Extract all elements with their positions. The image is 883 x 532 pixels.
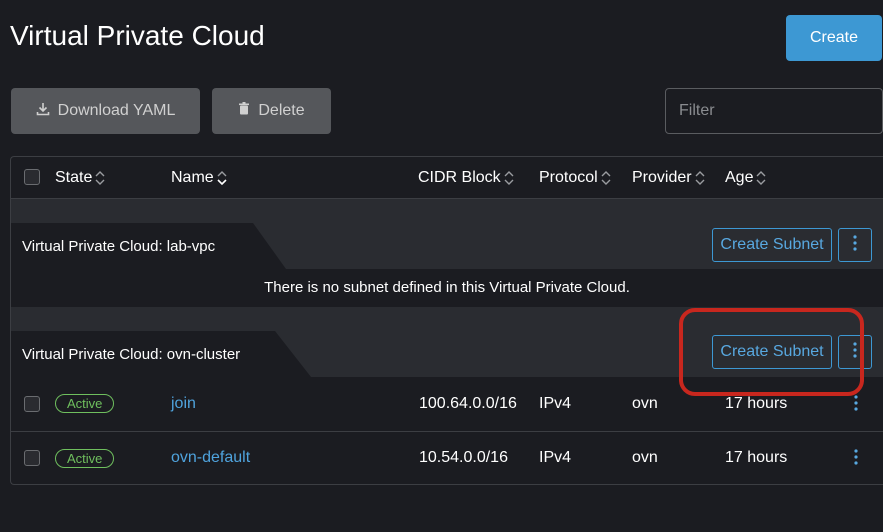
download-yaml-button[interactable]: Download YAML bbox=[11, 88, 200, 134]
row-checkbox[interactable] bbox=[24, 450, 40, 466]
sort-icon bbox=[695, 171, 705, 185]
column-header-age[interactable]: Age bbox=[725, 169, 766, 187]
status-badge: Active bbox=[55, 449, 115, 468]
cidr-cell: 100.64.0.0/16 bbox=[419, 395, 517, 412]
download-icon bbox=[36, 102, 50, 121]
column-header-cidr[interactable]: CIDR Block bbox=[418, 169, 514, 187]
row-actions-button[interactable] bbox=[851, 394, 861, 416]
empty-subnet-message: There is no subnet defined in this Virtu… bbox=[264, 279, 630, 296]
kebab-icon bbox=[853, 234, 857, 256]
age-cell: 17 hours bbox=[725, 449, 788, 466]
delete-button[interactable]: Delete bbox=[212, 88, 331, 134]
row-actions-button[interactable] bbox=[851, 448, 861, 470]
group-label-lab-vpc: Virtual Private Cloud: lab-vpc bbox=[22, 238, 216, 255]
delete-label: Delete bbox=[258, 102, 305, 119]
column-header-protocol[interactable]: Protocol bbox=[539, 169, 611, 187]
column-header-name[interactable]: Name bbox=[171, 169, 227, 187]
sort-icon bbox=[601, 171, 611, 185]
age-cell: 17 hours bbox=[725, 395, 788, 412]
sort-down-icon bbox=[217, 171, 227, 185]
sort-icon bbox=[756, 171, 766, 185]
column-header-provider[interactable]: Provider bbox=[632, 169, 705, 187]
sort-icon bbox=[95, 171, 105, 185]
row-checkbox[interactable] bbox=[24, 396, 40, 412]
column-header-state[interactable]: State bbox=[55, 169, 105, 187]
table-row: Active ovn-default 10.54.0.0/16 IPv4 ovn… bbox=[11, 432, 883, 484]
download-yaml-label: Download YAML bbox=[57, 102, 176, 119]
kebab-icon bbox=[854, 448, 858, 470]
protocol-cell: IPv4 bbox=[539, 449, 572, 466]
table-header: State Name CIDR Block Protocol Provider … bbox=[11, 157, 883, 199]
group-actions-button[interactable] bbox=[838, 228, 872, 262]
cidr-cell: 10.54.0.0/16 bbox=[419, 449, 508, 466]
subnet-name-link[interactable]: join bbox=[171, 395, 196, 413]
filter-input[interactable] bbox=[665, 88, 883, 134]
protocol-cell: IPv4 bbox=[539, 395, 572, 412]
provider-cell: ovn bbox=[632, 449, 658, 466]
create-button[interactable]: Create bbox=[786, 15, 882, 61]
status-badge: Active bbox=[55, 394, 115, 413]
select-all-checkbox[interactable] bbox=[24, 169, 40, 185]
provider-cell: ovn bbox=[632, 395, 658, 412]
kebab-icon bbox=[854, 394, 858, 416]
sort-icon bbox=[504, 171, 514, 185]
create-subnet-button[interactable]: Create Subnet bbox=[712, 228, 832, 262]
highlight-annotation bbox=[679, 308, 864, 396]
subnet-name-link[interactable]: ovn-default bbox=[171, 449, 250, 467]
trash-icon bbox=[238, 102, 250, 120]
page-title: Virtual Private Cloud bbox=[10, 20, 265, 51]
group-label-ovn-cluster: Virtual Private Cloud: ovn-cluster bbox=[22, 346, 241, 363]
